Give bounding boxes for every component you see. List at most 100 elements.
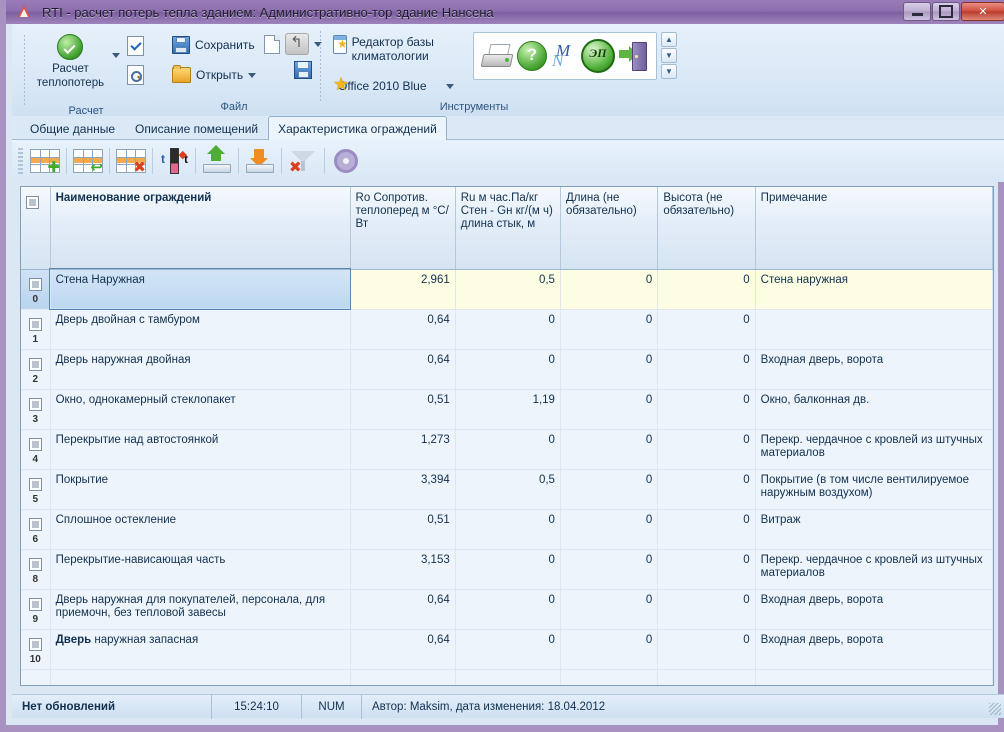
cell-ro[interactable]: 0,64 <box>350 349 456 390</box>
cell-ru[interactable]: 0 <box>455 629 561 670</box>
add-row-button[interactable]: ✚ <box>26 144 64 178</box>
row-checkbox[interactable] <box>28 277 42 291</box>
cell-note[interactable]: Перекр. чердачное с кровлей из штучных м… <box>755 429 993 470</box>
cell-length[interactable]: 0 <box>560 629 659 670</box>
row-checkbox[interactable] <box>28 437 42 451</box>
cell-note[interactable] <box>755 309 993 350</box>
cell-height[interactable]: 0 <box>657 469 756 510</box>
cell-length[interactable]: 0 <box>560 589 659 630</box>
column-header-length[interactable]: Длина (не обязательно) <box>560 187 659 270</box>
cell-ro[interactable]: 0,51 <box>350 389 456 430</box>
cell-ro[interactable]: 0,64 <box>350 309 456 350</box>
cell-name[interactable]: Покрытие <box>50 469 351 510</box>
cell-ro[interactable]: 2,961 <box>350 269 456 310</box>
cell-ro[interactable]: 0,64 <box>350 589 456 630</box>
cell-ro[interactable]: 3,394 <box>350 469 456 510</box>
cell-length[interactable]: 0 <box>560 309 659 350</box>
table-row[interactable]: 8 Перекрытие-нависающая часть 3,153 0 0 0 Пере… <box>21 549 993 590</box>
cell-name[interactable]: Дверь наружная для покупателей, персонал… <box>50 589 351 630</box>
table-row[interactable]: 4 Перекрытие над автостоянкой 1,273 0 0 0 Пере… <box>21 429 993 470</box>
row-select-cell[interactable]: 6 <box>21 509 51 550</box>
theme-dropdown-caret-icon[interactable] <box>445 83 454 89</box>
cell-ru[interactable]: 1,19 <box>455 389 561 430</box>
gallery-scroll-up-button[interactable]: ▲ <box>661 32 677 47</box>
table-row[interactable]: 2 Дверь наружная двойная 0,64 0 0 0 Входная дв… <box>21 349 993 390</box>
table-row[interactable]: 10 Дверь наружная запасная 0,64 0 0 0 Входная … <box>21 629 993 670</box>
tab-general-data[interactable]: Общие данные <box>20 118 125 139</box>
mn-monogram-icon[interactable]: MN <box>551 41 577 70</box>
column-header-note[interactable]: Примечание <box>755 187 993 270</box>
cell-ru[interactable]: 0,5 <box>455 269 561 310</box>
cell-height[interactable]: 0 <box>657 589 756 630</box>
table-row[interactable]: 0 Стена Наружная 2,961 0,5 0 0 Стена наружная <box>21 268 993 310</box>
table-row[interactable]: 5 Покрытие 3,394 0,5 0 0 Покрытие (в том числе… <box>21 469 993 510</box>
tab-enclosure-characteristics[interactable]: Характеристика ограждений <box>268 116 447 140</box>
cell-ro[interactable]: 3,153 <box>350 549 456 590</box>
row-checkbox[interactable] <box>28 557 42 571</box>
row-select-cell[interactable]: 2 <box>21 349 51 390</box>
cell-length[interactable]: 0 <box>560 509 659 550</box>
help-icon[interactable] <box>517 41 547 71</box>
clear-filter-button[interactable]: ✖ <box>284 144 322 178</box>
ep-badge-icon[interactable] <box>581 39 615 73</box>
cell-length[interactable]: 0 <box>560 349 659 390</box>
cell-height[interactable]: 0 <box>657 429 756 470</box>
cell-ru[interactable]: 0 <box>455 429 561 470</box>
select-all-checkbox[interactable] <box>26 196 39 209</box>
print-icon[interactable] <box>480 43 514 69</box>
row-checkbox[interactable] <box>28 317 42 331</box>
calculate-heat-loss-button[interactable]: Расчет теплопотерь <box>29 31 112 93</box>
save-button[interactable]: Сохранить <box>166 33 261 57</box>
cell-ru[interactable]: 0 <box>455 549 561 590</box>
cell-note[interactable]: Входная дверь, ворота <box>755 589 993 630</box>
open-dropdown-caret-icon[interactable] <box>248 72 257 78</box>
cell-note[interactable]: Покрытие (в том числе вентилируемое нару… <box>755 469 993 510</box>
report-check-button[interactable] <box>122 33 148 59</box>
theme-select-button[interactable]: Office 2010 Blue <box>327 74 457 98</box>
row-select-cell[interactable]: 9 <box>21 589 51 630</box>
row-checkbox[interactable] <box>28 357 42 371</box>
delete-row-button[interactable]: ✖ <box>112 144 150 178</box>
settings-button[interactable] <box>327 144 365 178</box>
cell-height[interactable]: 0 <box>657 269 756 310</box>
cell-ru[interactable]: 0 <box>455 509 561 550</box>
export-button[interactable] <box>198 144 236 178</box>
row-checkbox[interactable] <box>28 517 42 531</box>
cell-name[interactable]: Дверь наружная запасная <box>50 629 351 670</box>
enclosures-grid[interactable]: Наименование ограждений Ro Сопротив. теп… <box>20 186 994 686</box>
cell-ru[interactable]: 0 <box>455 309 561 350</box>
cell-note[interactable]: Окно, балконная дв. <box>755 389 993 430</box>
cell-note[interactable]: Перекр. чердачное с кровлей из штучных м… <box>755 549 993 590</box>
row-select-cell[interactable]: 8 <box>21 549 51 590</box>
row-select-cell[interactable]: 3 <box>21 389 51 430</box>
cell-note[interactable]: Входная дверь, ворота <box>755 349 993 390</box>
cell-height[interactable]: 0 <box>657 389 756 430</box>
cell-height[interactable]: 0 <box>657 349 756 390</box>
cell-ru[interactable]: 0 <box>455 349 561 390</box>
row-select-cell[interactable]: 10 <box>21 629 51 670</box>
column-header-name[interactable]: Наименование ограждений <box>50 187 351 270</box>
cell-name[interactable]: Дверь наружная двойная <box>50 349 351 390</box>
ribbon-gallery-spinner[interactable]: ▲ ▼ ▼ <box>661 32 677 79</box>
cell-name[interactable]: Перекрытие-нависающая часть <box>50 549 351 590</box>
row-select-cell[interactable]: 5 <box>21 469 51 510</box>
cell-length[interactable]: 0 <box>560 269 659 310</box>
exit-door-icon[interactable] <box>619 42 649 71</box>
column-header-ro[interactable]: Ro Сопротив. теплоперед м °С/Вт <box>350 187 456 270</box>
cell-note[interactable]: Входная дверь, ворота <box>755 629 993 670</box>
table-row[interactable]: 9 Дверь наружная для покупателей, персона… <box>21 589 993 630</box>
cell-height[interactable]: 0 <box>657 549 756 590</box>
cell-name[interactable]: Окно, однокамерный стеклопакет <box>50 389 351 430</box>
row-checkbox[interactable] <box>28 477 42 491</box>
temperature-button[interactable]: t t ◆ <box>155 144 193 178</box>
cell-name[interactable]: Дверь двойная с тамбуром <box>50 309 351 350</box>
cell-length[interactable]: 0 <box>560 549 659 590</box>
table-row[interactable]: 3 Окно, однокамерный стеклопакет 0,51 1,19 0… <box>21 389 993 430</box>
row-select-cell[interactable]: 0 <box>21 269 51 310</box>
row-select-cell[interactable]: 4 <box>21 429 51 470</box>
row-checkbox[interactable] <box>28 637 42 651</box>
cell-ru[interactable]: 0,5 <box>455 469 561 510</box>
resize-grip[interactable] <box>989 703 1001 715</box>
cell-note[interactable]: Стена наружная <box>755 269 993 310</box>
select-all-header[interactable] <box>21 187 51 270</box>
